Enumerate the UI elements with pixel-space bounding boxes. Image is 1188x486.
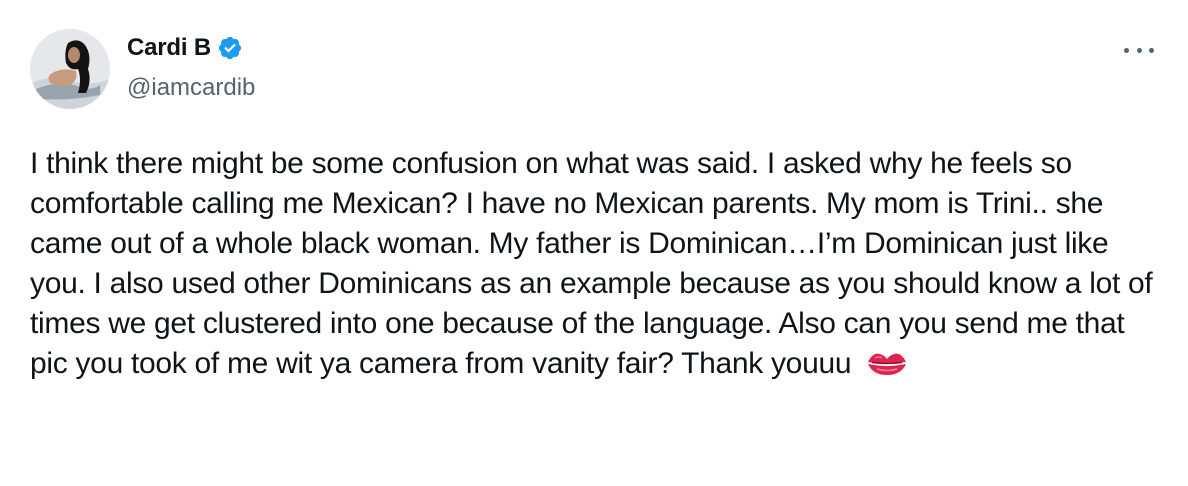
more-options-icon[interactable] — [1118, 40, 1160, 60]
dot — [1136, 47, 1142, 53]
tweet-text: I think there might be some confusion on… — [30, 144, 1160, 384]
author-name-row: Cardi B — [127, 33, 243, 63]
dot — [1149, 47, 1154, 53]
tweet-body: I think there might be some confusion on… — [30, 147, 1161, 380]
avatar-photo-icon — [30, 29, 110, 109]
author-handle[interactable]: @iamcardib — [127, 73, 255, 103]
avatar[interactable] — [30, 29, 110, 109]
author-name[interactable]: Cardi B — [127, 33, 211, 63]
kiss-mark-icon — [868, 353, 907, 375]
verified-badge-icon — [218, 36, 242, 60]
dot — [1124, 47, 1129, 53]
tweet-card: Cardi B @iamcardib I think there might b… — [0, 0, 1188, 486]
